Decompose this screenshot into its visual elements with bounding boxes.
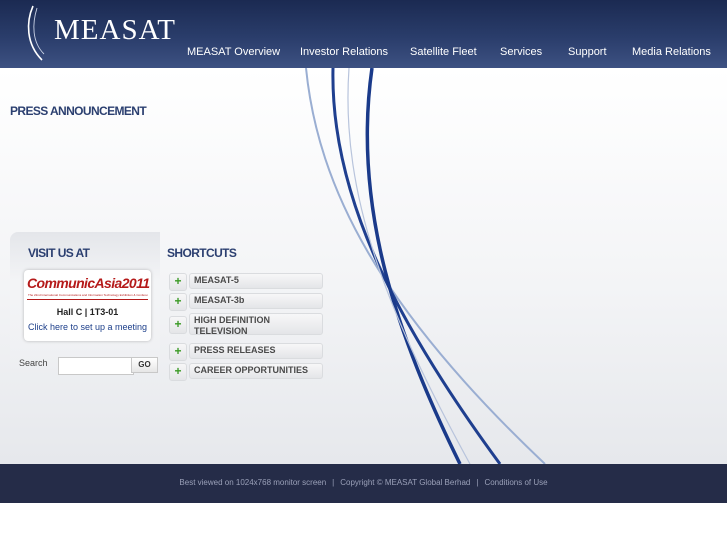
plus-icon: + [169,316,187,334]
nav-item-measat-overview[interactable]: MEASAT Overview [187,46,280,58]
footer-separator: | [476,478,479,487]
shortcut-label: MEASAT-3b [189,293,323,309]
nav-item-support[interactable]: Support [568,46,607,58]
nav-item-services[interactable]: Services [500,46,542,58]
shortcut-label: PRESS RELEASES [189,343,323,359]
communicasia-logo: CommunicAsia2011 [27,275,150,291]
best-viewed-note: Best viewed on 1024x768 monitor screen [179,478,327,487]
search-label: Search [19,358,48,368]
main-content: PRESS ANNOUNCEMENT VISIT US AT CommunicA… [0,68,727,464]
footer-separator: | [332,478,335,487]
shortcut-label: MEASAT-5 [189,273,323,289]
communicasia-tagline: The 22nd International Communications an… [28,293,148,297]
plus-icon: + [169,293,187,311]
press-announcement-heading: PRESS ANNOUNCEMENT [10,104,147,118]
visit-us-heading: VISIT US AT [28,246,90,260]
search-input[interactable] [58,357,134,375]
copyright-note: Copyright © MEASAT Global Berhad [340,478,471,487]
header: MEASAT MEASAT Overview Investor Relation… [0,0,727,68]
plus-icon: + [169,363,187,381]
conditions-of-use-link[interactable]: Conditions of Use [484,478,547,487]
nav-item-satellite-fleet[interactable]: Satellite Fleet [410,46,477,58]
footer-text: Best viewed on 1024x768 monitor screen | C… [0,478,727,487]
communicasia-banner[interactable]: CommunicAsia2011 The 22nd International … [24,270,151,341]
nav-item-investor-relations[interactable]: Investor Relations [300,46,388,58]
main-nav: MEASAT Overview Investor Relations Satel… [0,46,727,62]
logo-text[interactable]: MEASAT [54,14,176,47]
shortcut-label: CAREER OPPORTUNITIES [189,363,323,379]
banner-divider [27,299,148,300]
hall-location: Hall C | 1T3-01 [56,307,119,317]
footer: Best viewed on 1024x768 monitor screen | C… [0,464,727,503]
shortcuts-heading: SHORTCUTS [167,246,237,260]
nav-item-media-relations[interactable]: Media Relations [632,46,711,58]
set-up-meeting-link[interactable]: Click here to set up a meeting [24,322,151,332]
plus-icon: + [169,273,187,291]
search-go-button[interactable]: GO [131,357,158,373]
plus-icon: + [169,343,187,361]
shortcut-label: HIGH DEFINITION TELEVISION [189,313,323,336]
